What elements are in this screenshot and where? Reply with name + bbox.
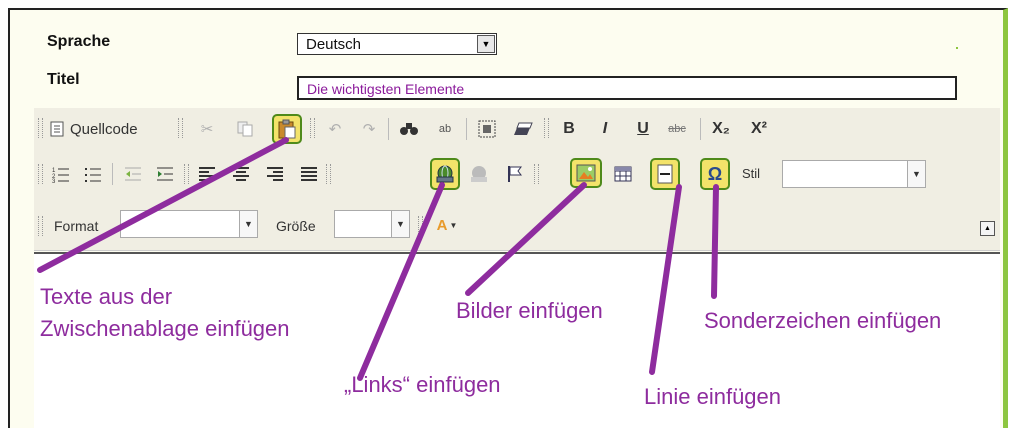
arrow-images	[465, 182, 587, 296]
annotation-images: Bilder einfügen	[456, 298, 603, 323]
annotation-arrows	[37, 137, 719, 381]
arrow-links	[357, 182, 445, 381]
annotation-paste-line2: Zwischenablage einfügen	[40, 316, 290, 341]
annotation-line: Linie einfügen	[644, 384, 782, 409]
arrow-paste	[37, 137, 289, 273]
annotation-links: „Links“ einfügen	[344, 372, 501, 397]
annotation-special: Sonderzeichen einfügen	[704, 308, 942, 333]
arrow-line	[649, 184, 682, 375]
arrow-special	[711, 184, 719, 299]
annotation-paste-line1: Texte aus der	[40, 284, 173, 309]
